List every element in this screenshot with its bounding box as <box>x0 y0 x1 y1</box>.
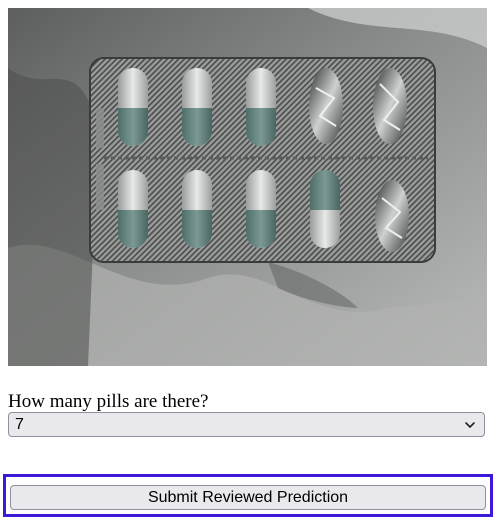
pill-capsule <box>182 68 212 146</box>
submit-focus-outline: Submit Reviewed Prediction <box>3 474 493 517</box>
pill-blister-photo <box>8 8 487 366</box>
pill-capsule <box>310 170 340 248</box>
pill-capsule <box>246 170 276 248</box>
pill-capsule <box>118 170 148 248</box>
pill-count-question: How many pills are there? <box>8 391 209 412</box>
pill-capsule <box>182 170 212 248</box>
empty-blister <box>309 68 343 144</box>
blister-pack <box>89 57 436 263</box>
empty-blister <box>373 68 407 144</box>
selected-count-value: 7 <box>15 416 24 433</box>
empty-blister <box>375 180 409 252</box>
pill-capsule <box>118 68 148 146</box>
pill-capsule <box>246 68 276 146</box>
submit-reviewed-prediction-button[interactable]: Submit Reviewed Prediction <box>10 485 486 510</box>
chevron-down-icon <box>465 422 475 428</box>
pill-count-select[interactable]: 7 <box>8 412 485 437</box>
